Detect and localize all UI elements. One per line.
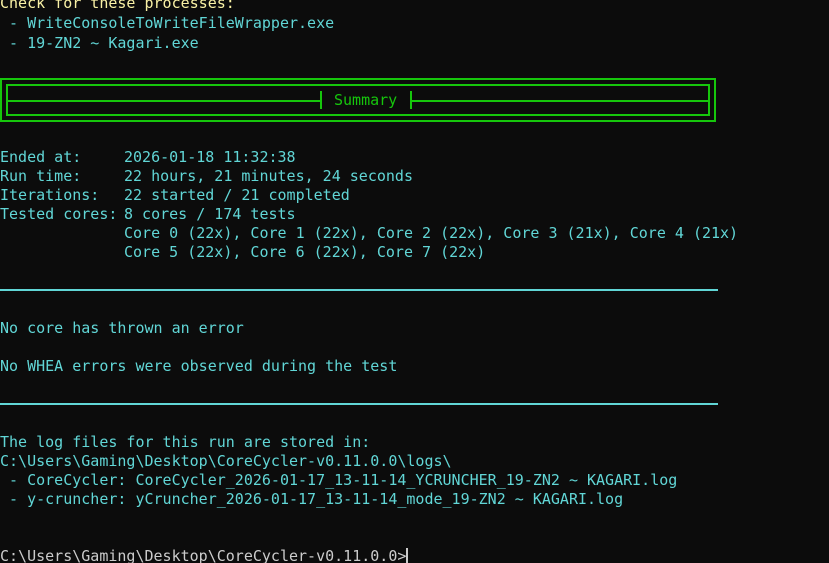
cores-detail-2: Core 5 (22x), Core 6 (22x), Core 7 (22x) [124,243,486,261]
whea-error-status: No WHEA errors were observed during the … [0,357,398,375]
corecycler-log: - CoreCycler: CoreCycler_2026-01-17_13-1… [0,471,678,489]
check-processes-label: Check for these processes: [0,0,235,12]
ended-label: Ended at: [0,148,82,166]
text-cursor [406,548,409,563]
runtime-label: Run time: [0,167,82,185]
prompt-text: C:\Users\Gaming\Desktop\CoreCycler-v0.11… [0,547,407,563]
tested-cores-value: 8 cores / 174 tests [124,205,296,223]
cores-detail-1: Core 0 (22x), Core 1 (22x), Core 2 (22x)… [124,224,739,242]
core-error-status: No core has thrown an error [0,319,244,337]
summary-inner-frame: Summary [6,84,710,116]
summary-title: Summary [334,91,398,109]
ended-value: 2026-01-18 11:32:38 [124,148,296,166]
log-folder-path: C:\Users\Gaming\Desktop\CoreCycler-v0.11… [0,452,452,470]
summary-rule-left [8,100,320,102]
divider-2 [0,403,718,405]
summary-tick-left [320,91,322,109]
process-item-1: - WriteConsoleToWriteFileWrapper.exe [0,14,335,32]
command-prompt[interactable]: C:\Users\Gaming\Desktop\CoreCycler-v0.11… [0,547,409,563]
divider-1 [0,289,718,291]
ycruncher-log: - y-cruncher: yCruncher_2026-01-17_13-11… [0,490,624,508]
iterations-value: 22 started / 21 completed [124,186,350,204]
process-item-2: - 19-ZN2 ~ Kagari.exe [0,34,199,52]
terminal-window[interactable]: Check for these processes: - WriteConsol… [0,0,829,563]
log-files-intro: The log files for this run are stored in… [0,433,371,451]
runtime-value: 22 hours, 21 minutes, 24 seconds [124,167,413,185]
iterations-label: Iterations: [0,186,100,204]
summary-rule-right [412,100,708,102]
summary-box: Summary [0,78,716,122]
tested-cores-label: Tested cores: [0,205,118,223]
